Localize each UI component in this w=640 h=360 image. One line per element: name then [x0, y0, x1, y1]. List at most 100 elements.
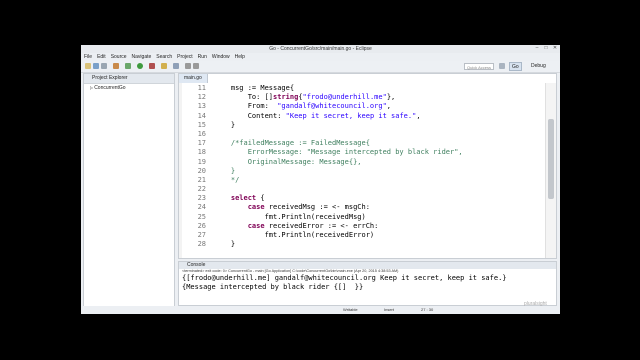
print-icon[interactable] [101, 63, 107, 69]
line-code: ErrorMessage: "Message intercepted by bl… [214, 148, 463, 157]
menu-search[interactable]: Search [156, 53, 172, 61]
console-output-line: {[frodo@underhill.me] gandalf@whitecounc… [182, 274, 507, 282]
toolbar: Quick Access Go Debug [81, 61, 560, 73]
editor-ruler [179, 83, 182, 258]
line-code: fmt.Println(receivedError) [214, 231, 375, 239]
run-icon[interactable] [137, 63, 143, 69]
project-tree: ▷ ConcurrentGo [84, 84, 174, 92]
code-line[interactable]: 22 [184, 185, 544, 194]
line-number: 27 [197, 231, 206, 239]
line-code: } [214, 166, 236, 175]
line-code: } [214, 120, 236, 129]
quick-access-input[interactable]: Quick Access [464, 63, 494, 70]
menu-bar: File Edit Source Navigate Search Project… [81, 53, 560, 61]
code-line[interactable]: 11 msg := Message{ [184, 84, 544, 93]
project-explorer-title: Project Explorer [92, 75, 128, 81]
open-perspective-icon[interactable] [499, 63, 505, 69]
maximize-icon[interactable]: □ [543, 46, 549, 51]
line-number: 11 [197, 84, 206, 92]
window-title: Go - ConcurrentGo/src/main/main.go - Ecl… [269, 46, 372, 52]
debug-icon[interactable] [125, 63, 131, 69]
line-number: 17 [197, 139, 206, 148]
project-explorer-panel: Project Explorer ▷ ConcurrentGo [83, 73, 175, 314]
external-tools-icon[interactable] [149, 63, 155, 69]
menu-edit[interactable]: Edit [97, 53, 106, 61]
code-line[interactable]: 28 } [184, 240, 544, 249]
open-type-icon[interactable] [161, 63, 167, 69]
editor-scrollbar[interactable] [545, 83, 556, 258]
line-number: 23 [197, 194, 206, 203]
code-line[interactable]: 18 ErrorMessage: "Message intercepted by… [184, 148, 544, 157]
code-line[interactable]: 13 From: "gandalf@whitecouncil.org", [184, 102, 544, 111]
line-number: 24 [197, 203, 206, 212]
code-line[interactable]: 12 To: []string{"frodo@underhill.me"}, [184, 93, 544, 102]
code-editor[interactable]: main.go 11 msg := Message{12 To: []strin… [178, 73, 557, 259]
code-line[interactable]: 24 case receivedMsg := <- msgCh: [184, 203, 544, 212]
line-code: OriginalMessage: Message{}, [214, 157, 362, 166]
build-icon[interactable] [113, 63, 119, 69]
code-line[interactable]: 17 /*failedMessage := FailedMessage{ [184, 139, 544, 148]
code-line[interactable]: 20 } [184, 167, 544, 176]
code-line[interactable]: 25 fmt.Println(receivedMsg) [184, 213, 544, 222]
menu-source[interactable]: Source [111, 53, 127, 61]
save-icon[interactable] [93, 63, 99, 69]
forward-icon[interactable] [193, 63, 199, 69]
perspective-debug[interactable]: Debug [529, 62, 548, 71]
code-line[interactable]: 26 case receivedError := <- errCh: [184, 222, 544, 231]
status-bar: Writable Insert 27 : 30 [81, 306, 560, 314]
minimize-icon[interactable]: – [534, 46, 540, 51]
console-header[interactable]: Console [179, 262, 556, 269]
code-line[interactable]: 16 [184, 130, 544, 139]
line-number: 26 [197, 221, 206, 230]
line-code: */ [214, 175, 240, 184]
line-number: 21 [197, 175, 206, 184]
menu-run[interactable]: Run [198, 53, 207, 61]
line-number: 15 [197, 120, 206, 129]
line-number: 14 [197, 111, 206, 120]
line-code: From: "gandalf@whitecouncil.org", [214, 102, 392, 111]
line-code: /*failedMessage := FailedMessage{ [214, 139, 370, 148]
line-code: Content: "Keep it secret, keep it safe."… [214, 111, 421, 120]
line-number: 13 [197, 102, 206, 111]
menu-file[interactable]: File [84, 53, 92, 61]
menu-navigate[interactable]: Navigate [132, 53, 152, 61]
search-icon[interactable] [173, 63, 179, 69]
code-line[interactable]: 15 } [184, 121, 544, 130]
status-insert: Insert [384, 307, 395, 312]
line-code: } [214, 240, 236, 249]
project-explorer-header[interactable]: Project Explorer [84, 74, 174, 84]
code-line[interactable]: 19 OriginalMessage: Message{}, [184, 158, 544, 167]
line-number: 25 [197, 212, 206, 221]
status-writable: Writable [343, 307, 358, 312]
line-number: 28 [197, 240, 206, 249]
code-lines[interactable]: 11 msg := Message{12 To: []string{"frodo… [184, 84, 544, 249]
code-line[interactable]: 21 */ [184, 176, 544, 185]
scrollbar-thumb[interactable] [548, 119, 554, 199]
console-output-line: {Message intercepted by black rider {[] … [182, 283, 364, 291]
editor-tab-main-go[interactable]: main.go [179, 74, 208, 83]
tree-item-concurrentgo[interactable]: ▷ ConcurrentGo [90, 84, 174, 92]
window-controls: – □ ✕ [534, 46, 558, 51]
line-number: 12 [197, 93, 206, 102]
menu-window[interactable]: Window [212, 53, 230, 61]
perspective-go[interactable]: Go [509, 62, 522, 71]
eclipse-window: Go - ConcurrentGo/src/main/main.go - Ecl… [81, 45, 560, 314]
line-number: 19 [197, 157, 206, 166]
line-code: select { [230, 194, 265, 203]
line-code: case receivedMsg := <- msgCh: [247, 203, 370, 212]
menu-project[interactable]: Project [177, 53, 193, 61]
close-icon[interactable]: ✕ [552, 46, 558, 51]
menu-help[interactable]: Help [235, 53, 245, 61]
watermark: pluralsight [524, 301, 547, 307]
line-number: 18 [197, 148, 206, 157]
code-line[interactable]: 27 fmt.Println(receivedError) [184, 231, 544, 240]
new-file-icon[interactable] [85, 63, 91, 69]
tree-item-label: ConcurrentGo [94, 85, 126, 91]
code-line[interactable]: 23 select { [184, 194, 544, 203]
line-code: case receivedError := <- errCh: [247, 221, 379, 230]
line-number: 20 [197, 166, 206, 175]
back-icon[interactable] [185, 63, 191, 69]
code-line[interactable]: 14 Content: "Keep it secret, keep it saf… [184, 112, 544, 121]
title-bar: Go - ConcurrentGo/src/main/main.go - Ecl… [81, 45, 560, 53]
line-number: 22 [197, 185, 206, 194]
